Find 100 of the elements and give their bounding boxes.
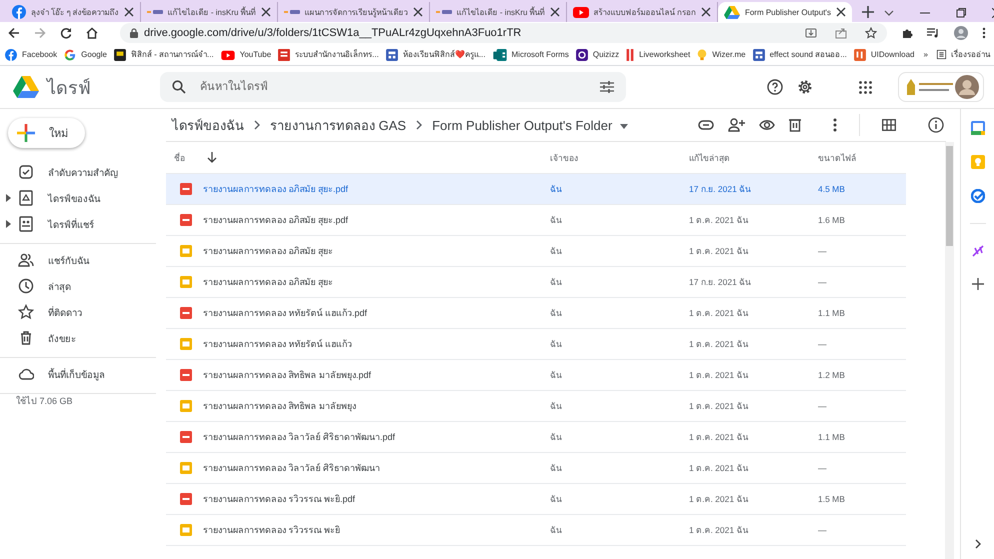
bookmark[interactable]: YouTube [220, 48, 272, 60]
grid-view-icon[interactable] [882, 119, 896, 131]
clock-icon [18, 278, 34, 294]
file-row[interactable]: รายงานผลการทดลอง สิทธิพล มาลัยพยุง ฉัน 1 ต.ค. 2021 ฉัน — [166, 391, 906, 422]
column-header[interactable]: เจ้าของ [550, 150, 689, 164]
new-tab-icon[interactable] [862, 6, 874, 18]
home-icon[interactable] [86, 27, 98, 39]
back-icon[interactable] [8, 27, 20, 39]
bookmark[interactable]: Quizizz [574, 48, 620, 62]
bookmark[interactable]: Facebook [4, 48, 58, 62]
close-icon[interactable] [550, 7, 560, 17]
file-row[interactable]: รายงานผลการทดลอง หทัยรัตน์ แฮแก้ว.pdf ฉัน 1 ต.ค. 2021 ฉัน 1.1 MB [166, 298, 906, 329]
file-row[interactable]: รายงานผลการทดลอง วิลาวัลย์ ศิริธาดาพัฒนา ฉัน 1 ต.ค. 2021 ฉัน — [166, 453, 906, 484]
reload-icon[interactable] [60, 27, 72, 39]
bookmark[interactable]: Google [63, 48, 107, 62]
reading-list-button[interactable]: เรื่องรออ่าน [936, 48, 990, 61]
modified-cell-text: 1 ต.ค. 2021 ฉัน [689, 400, 750, 413]
sidebar-item[interactable]: ลำดับความสำคัญ [0, 159, 156, 185]
pdf-icon [180, 183, 192, 195]
bookmark[interactable]: ห้องเรียนฟิสิกส์❤ครูแ... [384, 48, 486, 62]
browser-tab[interactable]: สร้างแบบฟอร์มออนไลน์ กรอก [566, 2, 718, 22]
sidebar-item[interactable]: พื้นที่เก็บข้อมูล [0, 361, 156, 387]
file-row[interactable]: รายงานผลการทดลอง อภิสมัย สุยะ.pdf ฉัน 17 ก.ย. 2021 ฉัน 4.5 MB [166, 174, 906, 205]
file-row[interactable]: รายงานผลการทดลอง สิทธิพล มาลัยพยุง.pdf ฉัน 1 ต.ค. 2021 ฉัน 1.2 MB [166, 360, 906, 391]
avatar-icon[interactable] [954, 26, 968, 40]
expand-arrow-icon[interactable] [6, 220, 11, 228]
people-icon [18, 252, 34, 268]
expand-arrow-icon[interactable] [6, 194, 11, 202]
sidebar-item[interactable]: ที่ติดดาว [0, 299, 156, 325]
add-person-icon[interactable] [728, 118, 745, 132]
sidebar-item[interactable]: ไดรฟ์ที่แชร์ [0, 211, 156, 237]
column-header[interactable]: แก้ไขล่าสุด [689, 150, 818, 164]
sidebar-item[interactable]: แชร์กับฉัน [0, 247, 156, 273]
bookmark[interactable]: ระบบสำนักงานอิเล็กทร... [277, 48, 379, 62]
breadcrumb-link[interactable]: รายงานการทดลอง GAS [270, 114, 406, 136]
more-actions-icon[interactable] [833, 118, 837, 132]
star-icon[interactable] [865, 27, 877, 39]
breadcrumb-link[interactable]: ไดรฟ์ของฉัน [172, 114, 244, 136]
close-icon[interactable] [260, 7, 271, 17]
form-icon [752, 48, 765, 60]
file-row[interactable]: รายงานผลการทดลอง อภิสมัย สุยะ ฉัน 17 ก.ย. 2021 ฉัน — [166, 267, 906, 298]
account-button[interactable] [898, 72, 984, 102]
bookmark[interactable]: Microsoft Forms [492, 48, 569, 62]
puzzle-icon[interactable] [901, 27, 913, 39]
file-row[interactable]: รายงานผลการทดลอง อภิสมัย สุยะ ฉัน 1 ต.ค. 2021 ฉัน — [166, 236, 906, 267]
address-bar[interactable]: drive.google.com/drive/u/3/folders/1tCSW1a__TPuALr4zgUqxehnA3Fuo1rTR [120, 23, 887, 43]
browser-tab[interactable]: แก้ไขไอเดีย - insKru พื้นที่ [430, 2, 567, 22]
new-button[interactable]: ใหม่ [8, 118, 85, 148]
browser-tab[interactable]: ลุงจ๋า โอ๊ะ ๆ ส่งข้อความถึง [6, 2, 141, 22]
breadcrumb-link[interactable]: Form Publisher Output's Folder [432, 118, 628, 132]
tasks-icon[interactable] [970, 189, 984, 203]
bookmark[interactable]: Wizer.me [696, 48, 746, 62]
browser-tab[interactable]: แก้ไขไอเดีย - insKru พื้นที่ [140, 2, 278, 22]
sidebar-item[interactable]: ไดรฟ์ของฉัน [0, 185, 156, 211]
close-icon[interactable] [836, 7, 846, 17]
file-row[interactable]: รายงานผลการทดลอง หทัยรัตน์ แฮแก้ว ฉัน 1 ต.ค. 2021 ฉัน — [166, 329, 906, 360]
add-icon[interactable] [972, 278, 984, 290]
file-name: รายงานผลการทดลอง สิทธิพล มาลัยพยุง.pdf [203, 369, 372, 382]
sidebar-item[interactable]: ล่าสุด [0, 273, 156, 299]
scrollbar-thumb[interactable] [946, 146, 953, 246]
bookmark[interactable]: ฟิสิกส์ - สถานการณ์จำ... [112, 48, 214, 62]
close-icon[interactable] [412, 7, 423, 17]
share-icon[interactable] [834, 27, 847, 39]
settings-icon[interactable] [797, 79, 813, 95]
browser-tab[interactable]: แผนการจัดการเรียนรู้หน้าเดียว [278, 2, 430, 22]
file-row[interactable]: รายงานผลการทดลอง รวิวรรณ พะยิ ฉัน 1 ต.ค. 2021 ฉัน — [166, 515, 906, 546]
filter-icon[interactable] [600, 81, 614, 93]
help-icon[interactable] [767, 79, 783, 95]
apps-icon[interactable] [859, 80, 872, 94]
file-row[interactable]: รายงานผลการทดลอง รวิวรรณ พะยิ.pdf ฉัน 1 ต.ค. 2021 ฉัน 1.5 MB [166, 484, 906, 515]
close-icon[interactable] [124, 7, 134, 17]
install-icon[interactable] [804, 27, 817, 39]
search-field[interactable]: ค้นหาในไดรฟ์ [160, 72, 626, 102]
expand-panel-icon[interactable] [974, 539, 980, 549]
column-header[interactable]: ชื่อ [174, 150, 185, 164]
chevron-right-icon [416, 120, 422, 130]
bookmark[interactable]: UIDownload [852, 48, 914, 62]
sidebar-item[interactable]: ถังขยะ [0, 325, 156, 351]
column-header[interactable]: ขนาดไฟล์ [818, 150, 906, 164]
square-logo-icon [114, 48, 126, 60]
info-icon[interactable] [928, 117, 944, 133]
delete-icon[interactable] [789, 118, 801, 132]
addon-icon[interactable] [970, 244, 984, 258]
restore-icon[interactable] [956, 8, 966, 18]
calendar-icon[interactable] [970, 121, 984, 135]
browser-tab[interactable]: Form Publisher Output's [718, 2, 852, 22]
sort-arrow-icon[interactable] [207, 152, 217, 163]
close-icon[interactable] [700, 7, 711, 17]
media-icon[interactable] [927, 27, 940, 39]
chevron-down-icon[interactable] [884, 10, 894, 16]
more-icon[interactable] [982, 27, 986, 39]
bookmark[interactable]: effect sound สอนออ... [752, 48, 847, 62]
drive-icon [724, 5, 740, 19]
preview-icon[interactable] [759, 119, 775, 131]
more-bookmarks-button[interactable]: » [924, 50, 928, 59]
bookmark[interactable]: Liveworksheet [625, 48, 690, 62]
file-row[interactable]: รายงานผลการทดลอง อภิสมัย สุยะ.pdf ฉัน 1 ต.ค. 2021 ฉัน 1.6 MB [166, 205, 906, 236]
link-icon[interactable] [698, 120, 714, 130]
scrollbar[interactable] [945, 142, 954, 559]
file-row[interactable]: รายงานผลการทดลอง วิลาวัลย์ ศิริธาดาพัฒนา.pdf ฉัน 1 ต.ค. 2021 ฉัน 1.1 MB [166, 422, 906, 453]
